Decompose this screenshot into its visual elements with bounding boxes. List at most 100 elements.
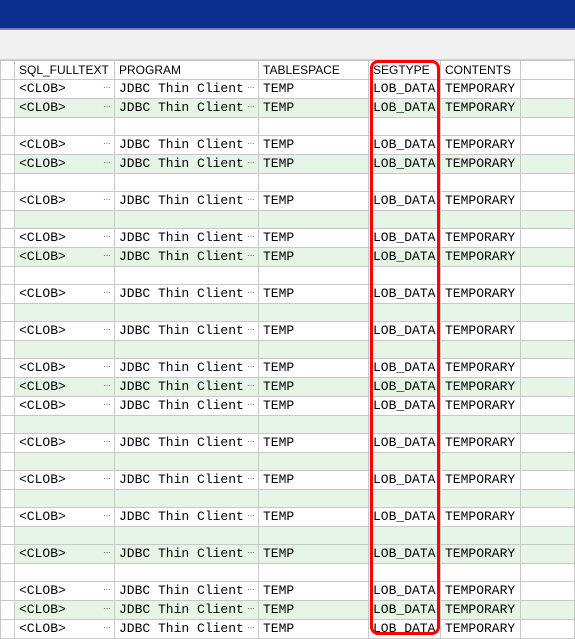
row-gutter[interactable] [1,118,15,136]
cell-contents[interactable]: TEMPORARY [441,229,521,248]
table-row[interactable]: <CLOB>⋯JDBC Thin Client⋯TEMPLOB_DATATEMP… [1,397,575,416]
cell-contents[interactable]: TEMPORARY [441,601,521,620]
header-sql-fulltext[interactable]: SQL_FULLTEXT [15,61,115,80]
cell-program[interactable]: JDBC Thin Client⋯ [115,508,259,527]
row-gutter[interactable] [1,248,15,267]
cell-tablespace[interactable]: TEMP [259,397,369,416]
cell-contents[interactable] [441,453,521,471]
cell-sql-fulltext[interactable] [15,304,115,322]
cell-program[interactable]: JDBC Thin Client⋯ [115,582,259,601]
ellipsis-icon[interactable]: ⋯ [247,399,254,413]
cell-segtype[interactable] [369,416,441,434]
table-row[interactable]: <CLOB>⋯JDBC Thin Client⋯TEMPLOB_DATATEMP… [1,136,575,155]
cell-tablespace[interactable]: TEMP [259,285,369,304]
row-gutter[interactable] [1,564,15,582]
cell-contents[interactable]: TEMPORARY [441,582,521,601]
cell-contents[interactable]: TEMPORARY [441,471,521,490]
cell-contents[interactable] [441,211,521,229]
cell-sql-fulltext[interactable]: <CLOB>⋯ [15,192,115,211]
cell-sql-fulltext[interactable]: <CLOB>⋯ [15,155,115,174]
table-row[interactable] [1,564,575,582]
cell-contents[interactable]: TEMPORARY [441,192,521,211]
row-gutter[interactable] [1,192,15,211]
cell-tablespace[interactable] [259,174,369,192]
table-row[interactable]: <CLOB>⋯JDBC Thin Client⋯TEMPLOB_DATATEMP… [1,248,575,267]
row-gutter[interactable] [1,359,15,378]
cell-sql-fulltext[interactable]: <CLOB>⋯ [15,285,115,304]
cell-sql-fulltext[interactable]: <CLOB>⋯ [15,322,115,341]
cell-segtype[interactable] [369,211,441,229]
cell-segtype[interactable]: LOB_DATA [369,192,441,211]
row-gutter[interactable] [1,341,15,359]
cell-tablespace[interactable]: TEMP [259,192,369,211]
ellipsis-icon[interactable]: ⋯ [247,287,254,301]
cell-contents[interactable] [441,174,521,192]
ellipsis-icon[interactable]: ⋯ [247,622,254,636]
cell-contents[interactable]: TEMPORARY [441,545,521,564]
header-contents[interactable]: CONTENTS [441,61,521,80]
table-row[interactable]: <CLOB>⋯JDBC Thin Client⋯TEMPLOB_DATATEMP… [1,582,575,601]
table-row[interactable] [1,490,575,508]
cell-tablespace[interactable] [259,304,369,322]
table-row[interactable]: <CLOB>⋯JDBC Thin Client⋯TEMPLOB_DATATEMP… [1,359,575,378]
cell-tablespace[interactable] [259,453,369,471]
cell-tablespace[interactable]: TEMP [259,155,369,174]
ellipsis-icon[interactable]: ⋯ [247,473,254,487]
table-row[interactable]: <CLOB>⋯JDBC Thin Client⋯TEMPLOB_DATATEMP… [1,80,575,99]
cell-sql-fulltext[interactable] [15,453,115,471]
cell-program[interactable]: JDBC Thin Client⋯ [115,285,259,304]
cell-program[interactable]: JDBC Thin Client⋯ [115,136,259,155]
ellipsis-icon[interactable]: ⋯ [247,584,254,598]
cell-segtype[interactable]: LOB_DATA [369,545,441,564]
cell-program[interactable] [115,527,259,545]
cell-program[interactable]: JDBC Thin Client⋯ [115,601,259,620]
row-gutter[interactable] [1,378,15,397]
ellipsis-icon[interactable]: ⋯ [103,194,110,208]
cell-program[interactable]: JDBC Thin Client⋯ [115,80,259,99]
ellipsis-icon[interactable]: ⋯ [247,547,254,561]
cell-sql-fulltext[interactable] [15,267,115,285]
cell-segtype[interactable] [369,174,441,192]
cell-program[interactable]: JDBC Thin Client⋯ [115,99,259,118]
cell-sql-fulltext[interactable] [15,416,115,434]
cell-contents[interactable] [441,416,521,434]
cell-contents[interactable]: TEMPORARY [441,99,521,118]
row-gutter[interactable] [1,304,15,322]
row-gutter[interactable] [1,80,15,99]
ellipsis-icon[interactable]: ⋯ [103,510,110,524]
cell-program[interactable]: JDBC Thin Client⋯ [115,192,259,211]
ellipsis-icon[interactable]: ⋯ [247,101,254,115]
row-gutter[interactable] [1,155,15,174]
cell-tablespace[interactable]: TEMP [259,471,369,490]
cell-tablespace[interactable]: TEMP [259,229,369,248]
table-row[interactable] [1,527,575,545]
cell-sql-fulltext[interactable] [15,564,115,582]
table-row[interactable]: <CLOB>⋯JDBC Thin Client⋯TEMPLOB_DATATEMP… [1,155,575,174]
cell-program[interactable] [115,453,259,471]
cell-tablespace[interactable] [259,490,369,508]
cell-sql-fulltext[interactable]: <CLOB>⋯ [15,359,115,378]
cell-program[interactable]: JDBC Thin Client⋯ [115,248,259,267]
table-row[interactable]: <CLOB>⋯JDBC Thin Client⋯TEMPLOB_DATATEMP… [1,229,575,248]
ellipsis-icon[interactable]: ⋯ [103,101,110,115]
cell-contents[interactable]: TEMPORARY [441,378,521,397]
row-gutter[interactable] [1,285,15,304]
cell-contents[interactable]: TEMPORARY [441,248,521,267]
ellipsis-icon[interactable]: ⋯ [247,250,254,264]
cell-contents[interactable]: TEMPORARY [441,397,521,416]
cell-tablespace[interactable]: TEMP [259,545,369,564]
row-gutter[interactable] [1,136,15,155]
cell-program[interactable]: JDBC Thin Client⋯ [115,378,259,397]
ellipsis-icon[interactable]: ⋯ [247,324,254,338]
ellipsis-icon[interactable]: ⋯ [103,324,110,338]
cell-tablespace[interactable] [259,211,369,229]
cell-tablespace[interactable]: TEMP [259,248,369,267]
cell-tablespace[interactable] [259,267,369,285]
cell-tablespace[interactable]: TEMP [259,601,369,620]
cell-program[interactable] [115,564,259,582]
cell-program[interactable] [115,174,259,192]
cell-segtype[interactable]: LOB_DATA [369,582,441,601]
cell-tablespace[interactable] [259,564,369,582]
cell-sql-fulltext[interactable]: <CLOB>⋯ [15,508,115,527]
row-gutter[interactable] [1,174,15,192]
